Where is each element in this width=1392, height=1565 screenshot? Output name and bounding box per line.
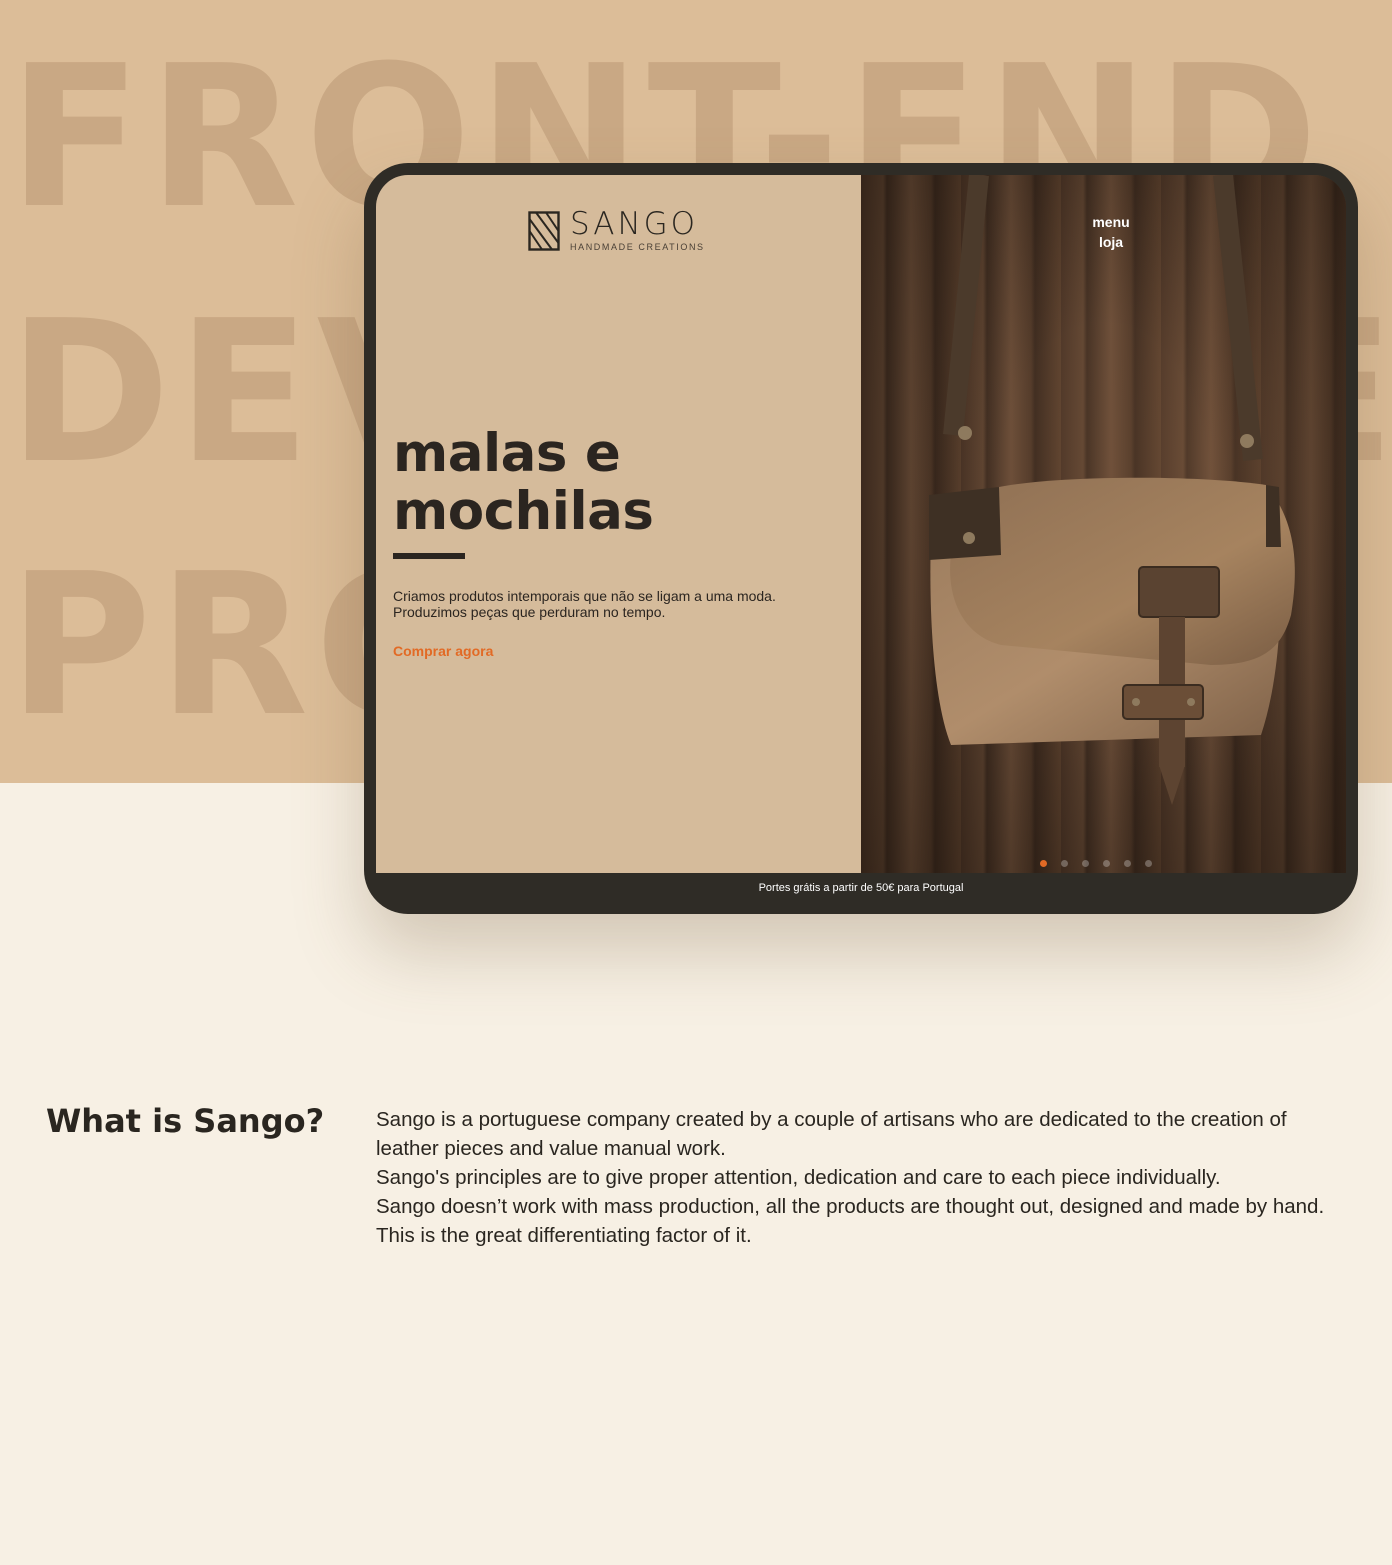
carousel-dot-3[interactable] <box>1082 860 1089 867</box>
logo-name: SANGO <box>570 206 699 242</box>
site-nav: menu loja <box>1076 212 1146 252</box>
website-screen: SANGO HANDMADE CREATIONS malas e mochila… <box>376 175 1346 873</box>
about-paragraph-1: Sango is a portuguese company created by… <box>376 1108 1287 1160</box>
logo-tagline: HANDMADE CREATIONS <box>570 242 705 252</box>
hero-description-line-1: Criamos produtos intemporais que não se … <box>393 588 776 604</box>
hero-description: Criamos produtos intemporais que não se … <box>393 588 843 620</box>
tablet-mockup: SANGO HANDMADE CREATIONS malas e mochila… <box>364 163 1358 914</box>
nav-shop-link[interactable]: loja <box>1076 232 1146 252</box>
carousel-dot-1[interactable] <box>1040 860 1047 867</box>
about-paragraph-3: Sango doesn’t work with mass production,… <box>376 1195 1325 1247</box>
shipping-banner: Portes grátis a partir de 50€ para Portu… <box>758 882 964 894</box>
shop-now-link[interactable]: Comprar agora <box>393 643 493 659</box>
hero-description-line-2: Produzimos peças que perduram no tempo. <box>393 604 666 620</box>
carousel-indicators <box>1040 860 1152 867</box>
carousel-dot-5[interactable] <box>1124 860 1131 867</box>
carousel-dot-4[interactable] <box>1103 860 1110 867</box>
sango-logo[interactable]: SANGO HANDMADE CREATIONS <box>528 209 705 252</box>
hero-left-panel: SANGO HANDMADE CREATIONS malas e mochila… <box>376 175 861 873</box>
about-description: Sango is a portuguese company created by… <box>376 1105 1346 1250</box>
carousel-dot-6[interactable] <box>1145 860 1152 867</box>
carousel-dot-2[interactable] <box>1061 860 1068 867</box>
sango-logo-icon <box>528 210 560 251</box>
hero-title-underline <box>393 553 465 559</box>
about-title: What is Sango? <box>46 1102 325 1140</box>
nav-menu-link[interactable]: menu <box>1076 212 1146 232</box>
about-paragraph-2: Sango's principles are to give proper at… <box>376 1166 1221 1189</box>
leather-bag-image <box>929 175 1295 805</box>
hero-title: malas e mochilas <box>393 423 654 542</box>
